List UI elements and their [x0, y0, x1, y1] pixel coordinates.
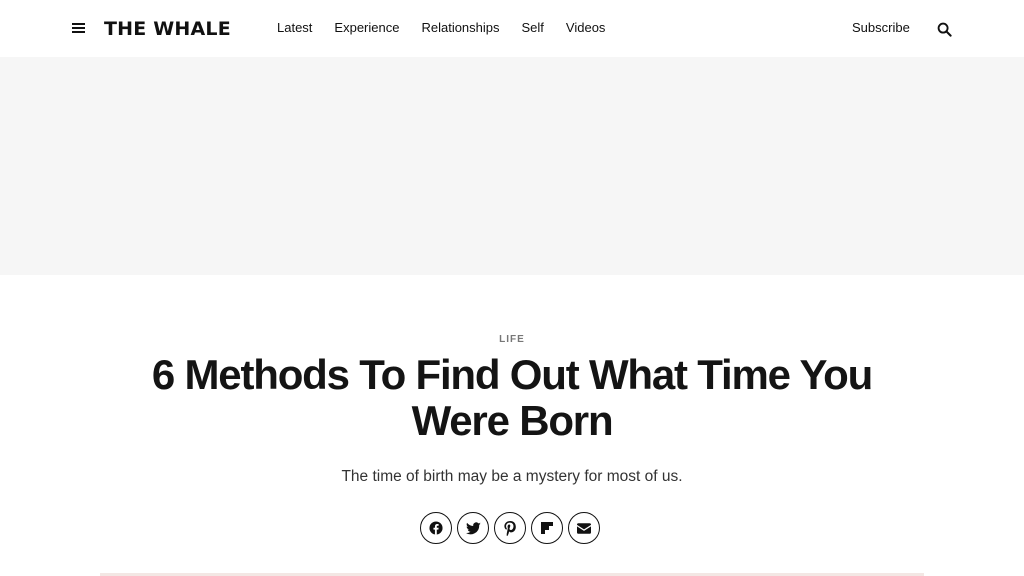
nav-latest[interactable]: Latest: [277, 20, 312, 36]
ad-placeholder: [0, 57, 1024, 275]
article-title: 6 Methods To Find Out What Time You Were…: [151, 351, 873, 444]
nav-relationships[interactable]: Relationships: [421, 20, 499, 36]
subscribe-link[interactable]: Subscribe: [852, 20, 910, 36]
twitter-icon[interactable]: [457, 512, 489, 544]
site-header: THE WHALE Latest Experience Relationship…: [0, 0, 1024, 57]
share-bar: [420, 512, 600, 544]
search-icon[interactable]: [937, 22, 953, 38]
pinterest-icon[interactable]: [494, 512, 526, 544]
hamburger-menu-icon[interactable]: [71, 21, 87, 35]
facebook-icon[interactable]: [420, 512, 452, 544]
article-subtitle: The time of birth may be a mystery for m…: [341, 468, 683, 485]
email-icon[interactable]: [568, 512, 600, 544]
nav-self[interactable]: Self: [522, 20, 544, 36]
main-nav: Latest Experience Relationships Self Vid…: [277, 20, 627, 36]
article-category[interactable]: LIFE: [0, 334, 1024, 346]
nav-experience[interactable]: Experience: [334, 20, 399, 36]
nav-videos[interactable]: Videos: [566, 20, 606, 36]
site-logo[interactable]: THE WHALE: [104, 17, 231, 41]
flipboard-icon[interactable]: [531, 512, 563, 544]
